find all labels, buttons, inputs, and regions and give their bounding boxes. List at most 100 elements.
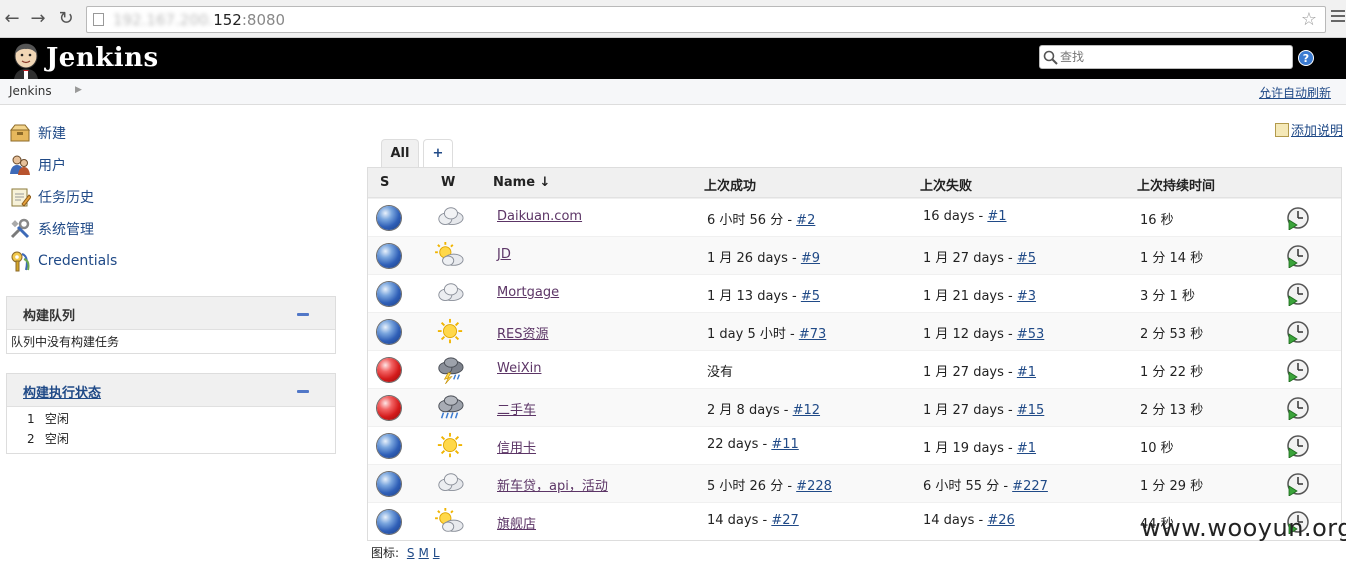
manage-icon bbox=[10, 218, 30, 239]
red-status-ball-icon bbox=[377, 396, 401, 420]
help-icon[interactable]: ? bbox=[1298, 50, 1314, 66]
icon-size-m-link[interactable]: M bbox=[419, 546, 429, 560]
executors-title-link[interactable]: 构建执行状态 bbox=[23, 382, 101, 401]
sidebar-item-users[interactable]: 用户 bbox=[9, 154, 66, 176]
job-name-link[interactable]: WeiXin bbox=[497, 361, 541, 376]
last-failure-build-link[interactable]: #3 bbox=[1017, 289, 1036, 304]
schedule-build-icon[interactable] bbox=[1286, 358, 1310, 382]
breadcrumb-jenkins[interactable]: Jenkins bbox=[9, 84, 52, 98]
build-history-icon bbox=[11, 188, 31, 207]
tab-all[interactable]: All bbox=[381, 139, 419, 168]
last-duration-cell: 1 分 22 秒 bbox=[1140, 365, 1204, 380]
last-success-build-link[interactable]: #12 bbox=[793, 403, 820, 418]
sidebar-item-build-history[interactable]: 任务历史 bbox=[9, 186, 94, 208]
sidebar-item-credentials[interactable]: Credentials bbox=[9, 250, 117, 272]
search-input[interactable] bbox=[1060, 48, 1288, 66]
column-header-name[interactable]: Name ↓ bbox=[493, 175, 550, 190]
last-failure-build-link[interactable]: #1 bbox=[987, 209, 1006, 224]
breadcrumb-arrow-icon[interactable]: ▶ bbox=[75, 85, 82, 95]
partly-sunny-weather-icon bbox=[435, 508, 464, 532]
last-success-build-link[interactable]: #2 bbox=[796, 213, 815, 228]
build-queue-empty-text: 队列中没有构建任务 bbox=[11, 335, 120, 349]
sidebar-item-new[interactable]: 新建 bbox=[9, 122, 66, 144]
sidebar-item-manage[interactable]: 系统管理 bbox=[9, 218, 94, 240]
new-item-icon bbox=[9, 124, 31, 142]
table-row: JD 1 月 26 days - #9 1 月 27 days - #5 1 分 14… bbox=[368, 236, 1341, 274]
job-name-link[interactable]: Daikuan.com bbox=[497, 209, 582, 224]
partly-sunny-weather-icon bbox=[435, 242, 464, 266]
bookmark-star-icon[interactable]: ☆ bbox=[1301, 9, 1317, 30]
job-name-link[interactable]: 二手车 bbox=[497, 403, 536, 418]
table-row: Mortgage 1 月 13 days - #5 1 月 21 days - #3… bbox=[368, 274, 1341, 312]
collapse-icon[interactable] bbox=[297, 313, 309, 316]
watermark: www.wooyun.org bbox=[1141, 514, 1346, 542]
add-description-link[interactable]: 添加说明 bbox=[1275, 120, 1343, 139]
schedule-build-icon[interactable] bbox=[1286, 320, 1310, 344]
column-header-last-failure[interactable]: 上次失败 bbox=[920, 175, 972, 194]
last-failure-build-link[interactable]: #5 bbox=[1017, 251, 1036, 266]
column-header-last-success[interactable]: 上次成功 bbox=[704, 175, 756, 194]
last-duration-cell: 3 分 1 秒 bbox=[1140, 289, 1195, 304]
last-failure-build-link[interactable]: #227 bbox=[1012, 479, 1048, 494]
table-row: 新车贷，api，活动 5 小时 26 分 - #228 6 小时 55 分 - #2… bbox=[368, 464, 1341, 502]
jenkins-logo-text[interactable]: Jenkins bbox=[46, 43, 159, 73]
last-failure-build-link[interactable]: #53 bbox=[1017, 327, 1044, 342]
column-header-weather[interactable]: W bbox=[441, 175, 455, 190]
table-body: Daikuan.com 6 小时 56 分 - #2 16 days - #1 16 … bbox=[368, 198, 1341, 540]
search-box[interactable] bbox=[1039, 45, 1293, 69]
browser-menu-icon[interactable] bbox=[1331, 10, 1345, 26]
last-failure-cell: 1 月 19 days - #1 bbox=[923, 441, 1037, 456]
collapse-icon[interactable] bbox=[297, 390, 309, 393]
schedule-build-icon[interactable] bbox=[1286, 244, 1310, 268]
icon-size-s-link[interactable]: S bbox=[407, 546, 415, 560]
last-duration-cell: 2 分 13 秒 bbox=[1140, 403, 1204, 418]
jenkins-butler-logo-icon[interactable] bbox=[10, 42, 42, 79]
build-queue-pane: 构建队列 队列中没有构建任务 bbox=[6, 296, 336, 354]
sunny-weather-icon bbox=[437, 318, 463, 344]
table-row: Daikuan.com 6 小时 56 分 - #2 16 days - #1 16 … bbox=[368, 198, 1341, 236]
job-name-link[interactable]: RES资源 bbox=[497, 327, 549, 342]
last-success-build-link[interactable]: #5 bbox=[801, 289, 820, 304]
url-text[interactable]: 192.167.200.152:8080 bbox=[113, 11, 285, 29]
table-row: WeiXin 没有 1 月 27 days - #1 1 分 22 秒 bbox=[368, 350, 1341, 388]
tab-add-view[interactable]: + bbox=[423, 139, 453, 168]
projects-table: S W Name ↓ 上次成功 上次失败 上次持续时间 Daikuan.com 6… bbox=[367, 167, 1342, 541]
job-name-link[interactable]: Mortgage bbox=[497, 285, 559, 300]
last-failure-build-link[interactable]: #26 bbox=[987, 513, 1014, 528]
blue-status-ball-icon bbox=[377, 320, 401, 344]
schedule-build-icon[interactable] bbox=[1286, 472, 1310, 496]
blue-status-ball-icon bbox=[377, 434, 401, 458]
reload-icon[interactable]: ↻ bbox=[56, 9, 76, 29]
last-success-build-link[interactable]: #27 bbox=[771, 513, 798, 528]
last-failure-build-link[interactable]: #15 bbox=[1017, 403, 1044, 418]
last-success-build-link[interactable]: #9 bbox=[801, 251, 820, 266]
cloudy-weather-icon bbox=[438, 283, 464, 301]
icon-size-l-link[interactable]: L bbox=[433, 546, 440, 560]
forward-arrow-icon[interactable]: → bbox=[28, 9, 48, 29]
job-name-link[interactable]: 旗舰店 bbox=[497, 517, 536, 532]
last-failure-build-link[interactable]: #1 bbox=[1017, 365, 1036, 380]
last-failure-cell: 14 days - #26 bbox=[923, 513, 1015, 528]
column-header-last-duration[interactable]: 上次持续时间 bbox=[1137, 175, 1215, 194]
column-header-status[interactable]: S bbox=[380, 175, 389, 190]
job-name-link[interactable]: 新车贷，api，活动 bbox=[497, 479, 608, 494]
back-arrow-icon[interactable]: ← bbox=[2, 9, 22, 29]
last-success-cell: 6 小时 56 分 - #2 bbox=[707, 213, 816, 228]
blue-status-ball-icon bbox=[377, 510, 401, 534]
last-success-build-link[interactable]: #73 bbox=[799, 327, 826, 342]
job-name-link[interactable]: JD bbox=[497, 247, 511, 262]
schedule-build-icon[interactable] bbox=[1286, 282, 1310, 306]
last-success-cell: 1 day 5 小时 - #73 bbox=[707, 327, 827, 342]
last-success-build-link[interactable]: #228 bbox=[796, 479, 832, 494]
schedule-build-icon[interactable] bbox=[1286, 434, 1310, 458]
schedule-build-icon[interactable] bbox=[1286, 396, 1310, 420]
sidebar-item-label: Credentials bbox=[38, 253, 118, 269]
last-success-build-link[interactable]: #11 bbox=[771, 437, 798, 452]
build-queue-title: 构建队列 bbox=[23, 309, 76, 324]
last-failure-build-link[interactable]: #1 bbox=[1017, 441, 1036, 456]
address-bar[interactable]: 192.167.200.152:8080 ☆ bbox=[86, 6, 1326, 33]
enable-autorefresh-link[interactable]: 允许自动刷新 bbox=[1259, 84, 1331, 101]
job-name-link[interactable]: 信用卡 bbox=[497, 441, 536, 456]
schedule-build-icon[interactable] bbox=[1286, 206, 1310, 230]
last-success-cell: 22 days - #11 bbox=[707, 437, 799, 452]
